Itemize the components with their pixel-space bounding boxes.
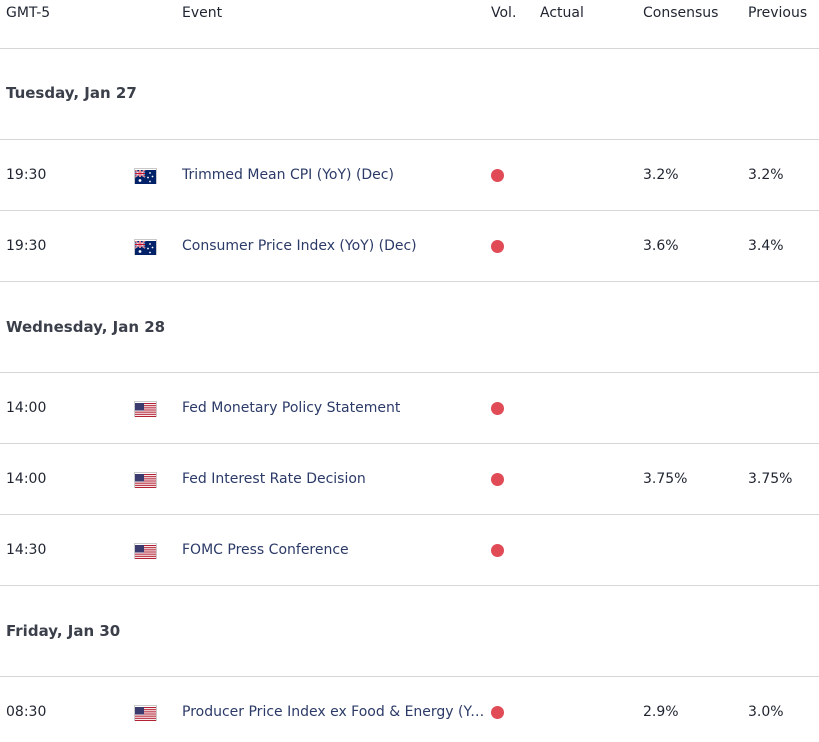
event-name[interactable]: FOMC Press Conference bbox=[182, 542, 349, 558]
high-volatility-icon bbox=[491, 473, 504, 486]
calendar-header: GMT-5 Event Vol. Actual Consensus Previo… bbox=[0, 0, 819, 49]
day-section-header: Wednesday, Jan 28 bbox=[0, 282, 819, 373]
event-row[interactable]: 19:30 Trimmed Mean CPI (YoY) (Dec) 3.2% … bbox=[0, 140, 819, 211]
high-volatility-icon bbox=[491, 706, 504, 719]
previous-value: 3.4% bbox=[748, 238, 784, 254]
previous-value: 3.2% bbox=[748, 167, 784, 183]
previous-column-header: Previous bbox=[748, 5, 808, 21]
event-row[interactable]: 08:30 Producer Price Index ex Food & Ene… bbox=[0, 677, 819, 742]
previous-value: 3.75% bbox=[748, 471, 793, 487]
event-name[interactable]: Fed Monetary Policy Statement bbox=[182, 400, 400, 416]
event-row[interactable]: 14:00 Fed Interest Rate Decision 3.75% 3… bbox=[0, 444, 819, 515]
high-volatility-icon bbox=[491, 169, 504, 182]
event-name[interactable]: Producer Price Index ex Food & Energy (Y… bbox=[182, 704, 490, 720]
day-label: Friday, Jan 30 bbox=[6, 622, 121, 640]
timezone-header[interactable]: GMT-5 bbox=[6, 5, 50, 21]
consensus-value: 3.2% bbox=[643, 167, 679, 183]
event-name[interactable]: Trimmed Mean CPI (YoY) (Dec) bbox=[182, 167, 394, 183]
consensus-value: 2.9% bbox=[643, 704, 679, 720]
event-time: 14:00 bbox=[6, 400, 47, 416]
event-name[interactable]: Consumer Price Index (YoY) (Dec) bbox=[182, 238, 417, 254]
day-label: Wednesday, Jan 28 bbox=[6, 318, 166, 336]
event-time: 19:30 bbox=[6, 167, 47, 183]
volatility-column-header: Vol. bbox=[491, 5, 517, 21]
event-row[interactable]: 14:30 FOMC Press Conference bbox=[0, 515, 819, 586]
day-section-header: Friday, Jan 30 bbox=[0, 586, 819, 677]
actual-column-header: Actual bbox=[540, 5, 584, 21]
high-volatility-icon bbox=[491, 402, 504, 415]
australia-flag-icon bbox=[134, 168, 157, 184]
day-section-header: Tuesday, Jan 27 bbox=[0, 48, 819, 140]
event-time: 08:30 bbox=[6, 704, 47, 720]
event-time: 19:30 bbox=[6, 238, 47, 254]
us-flag-icon bbox=[134, 472, 157, 488]
consensus-column-header: Consensus bbox=[643, 5, 719, 21]
high-volatility-icon bbox=[491, 544, 504, 557]
event-row[interactable]: 14:00 Fed Monetary Policy Statement bbox=[0, 373, 819, 444]
day-label: Tuesday, Jan 27 bbox=[6, 84, 137, 102]
event-column-header: Event bbox=[182, 5, 223, 21]
consensus-value: 3.6% bbox=[643, 238, 679, 254]
us-flag-icon bbox=[134, 401, 157, 417]
us-flag-icon bbox=[134, 705, 157, 721]
event-time: 14:00 bbox=[6, 471, 47, 487]
us-flag-icon bbox=[134, 543, 157, 559]
event-row[interactable]: 19:30 Consumer Price Index (YoY) (Dec) 3… bbox=[0, 211, 819, 282]
consensus-value: 3.75% bbox=[643, 471, 688, 487]
event-time: 14:30 bbox=[6, 542, 47, 558]
previous-value: 3.0% bbox=[748, 704, 784, 720]
event-name[interactable]: Fed Interest Rate Decision bbox=[182, 471, 366, 487]
high-volatility-icon bbox=[491, 240, 504, 253]
australia-flag-icon bbox=[134, 239, 157, 255]
